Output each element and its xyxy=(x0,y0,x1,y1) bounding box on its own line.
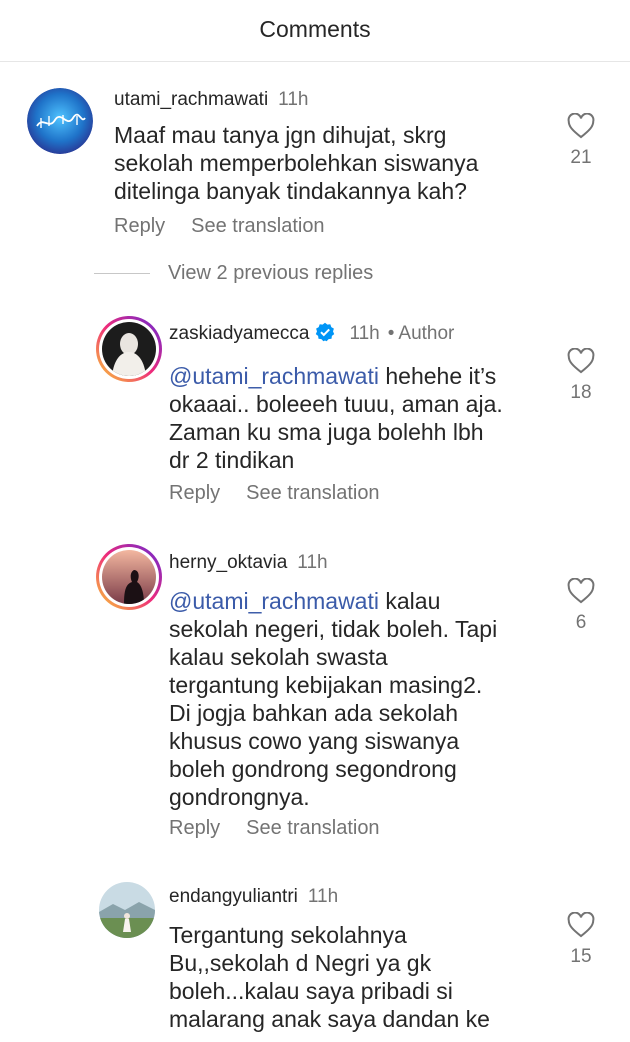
replies-divider xyxy=(94,273,150,274)
timestamp: 11h xyxy=(297,552,328,573)
comment-line: dr 2 tindikan xyxy=(169,447,295,473)
avatar[interactable] xyxy=(96,316,162,382)
comment-meta: zaskiadyamecca 11h • Author xyxy=(169,322,454,345)
reply-button[interactable]: Reply xyxy=(114,215,165,237)
avatar-inner xyxy=(99,319,159,379)
comment-meta: herny_oktavia 11h xyxy=(169,552,328,574)
comment-line-rest: hehehe it’s xyxy=(378,363,497,389)
comment-line: Maaf mau tanya jgn dihujat, skrg xyxy=(114,122,447,148)
comment-line: sekolah memperbolehkan siswanya xyxy=(114,150,479,176)
username[interactable]: endangyuliantri xyxy=(169,886,298,907)
page-title: Comments xyxy=(259,16,371,42)
timestamp: 11h xyxy=(307,886,339,907)
like-count: 15 xyxy=(570,946,592,967)
comment-line: Tergantung sekolahnya xyxy=(169,922,407,948)
comment-line: @utami_rachmawati kalau xyxy=(169,587,497,615)
landscape-photo-icon xyxy=(99,882,155,938)
calligraphy-avatar-image xyxy=(27,88,93,154)
heart-icon[interactable] xyxy=(567,578,595,604)
avatar-inner xyxy=(99,547,159,607)
mention-link[interactable]: @utami_rachmawati xyxy=(169,363,379,389)
comment-line: okaaai.. boleeeh tuuu, aman aja. xyxy=(169,391,503,417)
like-count: 18 xyxy=(570,382,592,403)
like-count: 21 xyxy=(570,147,592,168)
comment-line: sekolah negeri, tidak boleh. Tapi xyxy=(169,616,498,642)
author-separator: • xyxy=(387,323,395,344)
reply-button[interactable]: Reply xyxy=(169,817,220,839)
like-control: 18 xyxy=(561,348,601,404)
see-translation-button[interactable]: See translation xyxy=(191,215,324,237)
verified-badge-icon xyxy=(316,322,335,342)
like-control: 21 xyxy=(561,113,601,169)
comment-line: khusus cowo yang siswanya xyxy=(169,728,460,754)
timestamp: 11h xyxy=(278,89,309,110)
avatar-image xyxy=(102,322,156,376)
mention-link[interactable]: @utami_rachmawati xyxy=(169,588,379,614)
comment-line: Di jogja bahkan ada sekolah xyxy=(169,700,458,726)
comment-meta: endangyuliantri 11h xyxy=(169,886,338,908)
comment-meta: utami_rachmawati 11h xyxy=(114,89,308,111)
view-previous-replies-label[interactable]: View 2 previous replies xyxy=(168,262,373,285)
comment-actions: Reply See translation xyxy=(169,482,406,505)
username[interactable]: zaskiadyamecca xyxy=(169,323,309,344)
timestamp: 11h xyxy=(349,323,380,344)
avatar-image xyxy=(102,550,156,604)
see-translation-button[interactable]: See translation xyxy=(246,817,379,839)
comment-line: Zaman ku sma juga bolehh lbh xyxy=(169,419,484,445)
heart-icon[interactable] xyxy=(567,113,595,139)
comment-actions: Reply See translation xyxy=(114,215,351,238)
heart-icon[interactable] xyxy=(567,912,595,938)
comment-line: boleh gondrong segondrong xyxy=(169,756,457,782)
comment-text: @utami_rachmawati kalau sekolah negeri, … xyxy=(169,587,497,811)
reply-button[interactable]: Reply xyxy=(169,482,220,504)
comments-header: Comments xyxy=(0,0,630,62)
comment-line: kalau sekolah swasta xyxy=(169,644,388,670)
author-label: Author xyxy=(398,323,455,344)
comment-actions: Reply See translation xyxy=(169,817,406,840)
like-count: 6 xyxy=(575,612,587,633)
comment-line: boleh...kalau saya pribadi si xyxy=(169,978,453,1004)
comment-text: Tergantung sekolahnya Bu,,sekolah d Negr… xyxy=(169,921,490,1033)
heart-icon[interactable] xyxy=(567,348,595,374)
avatar[interactable] xyxy=(99,882,155,938)
avatar[interactable] xyxy=(96,544,162,610)
comment-line: malarang anak saya dandan ke xyxy=(169,1006,490,1032)
avatar[interactable] xyxy=(27,88,93,154)
comment-line-rest: kalau xyxy=(378,588,441,614)
view-previous-replies[interactable]: View 2 previous replies xyxy=(94,262,594,286)
silhouette-photo-icon xyxy=(102,550,156,604)
like-control: 6 xyxy=(561,578,601,634)
username[interactable]: herny_oktavia xyxy=(169,552,287,573)
comment-line: @utami_rachmawati hehehe it’s xyxy=(169,362,503,390)
comment-line: Bu,,sekolah d Negri ya gk xyxy=(169,950,432,976)
person-photo-icon xyxy=(102,322,156,376)
comment-text: @utami_rachmawati hehehe it’s okaaai.. b… xyxy=(169,362,503,474)
comment-line: ditelinga banyak tindakannya kah? xyxy=(114,178,467,204)
comment-line: gondrongnya. xyxy=(169,784,310,810)
comment-line: tergantung kebijakan masing2. xyxy=(169,672,483,698)
see-translation-button[interactable]: See translation xyxy=(246,482,379,504)
comment-text: Maaf mau tanya jgn dihujat, skrg sekolah… xyxy=(114,121,478,205)
like-control: 15 xyxy=(561,912,601,968)
username[interactable]: utami_rachmawati xyxy=(114,89,268,110)
